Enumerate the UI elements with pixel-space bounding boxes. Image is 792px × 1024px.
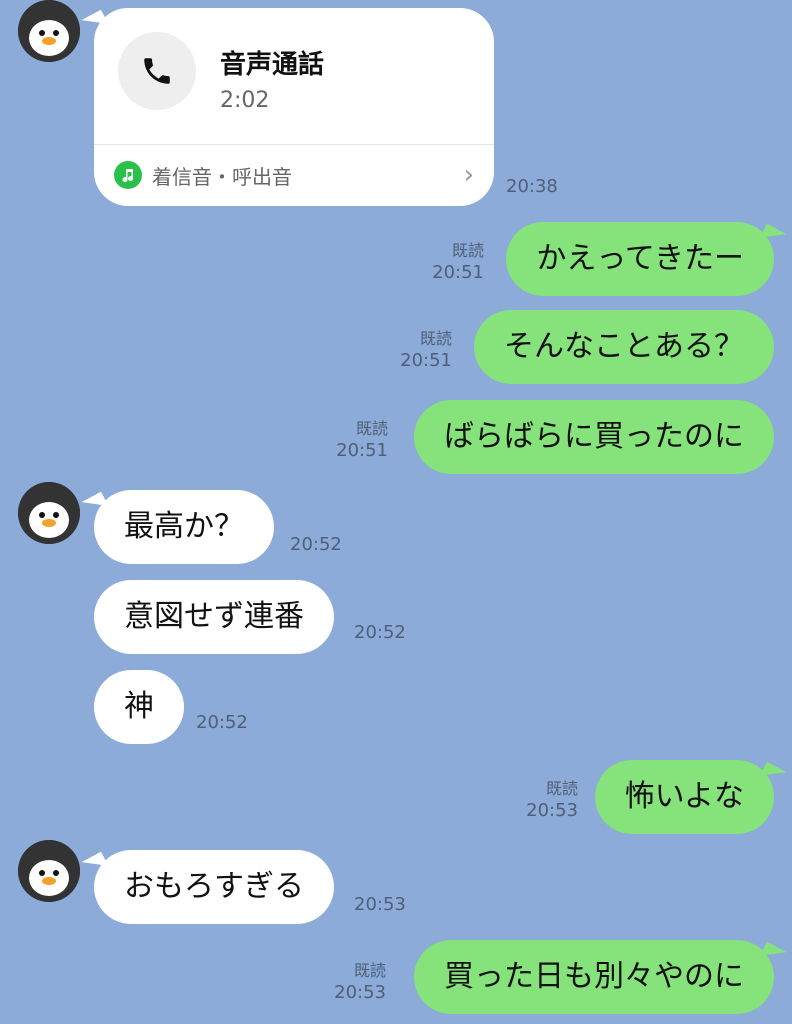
read-receipt: 既読 [353, 961, 386, 980]
message-time: 20:51 [400, 350, 452, 371]
message-time: 20:52 [354, 622, 406, 643]
incoming-message-bubble[interactable]: 神 [94, 670, 184, 744]
chevron-right-icon: › [463, 160, 474, 190]
message-time: 20:53 [526, 800, 578, 821]
message-meta: 既読 20:53 [526, 778, 578, 822]
outgoing-message-bubble[interactable]: 怖いよな [594, 760, 774, 834]
penguin-avatar-icon [18, 840, 80, 902]
message-time: 20:38 [506, 176, 558, 197]
incoming-message-bubble[interactable]: おもろすぎる [94, 850, 334, 924]
call-duration: 2:02 [220, 88, 270, 113]
outgoing-message-bubble[interactable]: かえってきたー [506, 222, 774, 296]
call-title: 音声通話 [220, 50, 325, 80]
outgoing-message-bubble[interactable]: ばらばらに買ったのに [414, 400, 774, 474]
message-time: 20:51 [432, 262, 484, 283]
message-meta: 既読 20:51 [400, 328, 452, 372]
ringtone-link[interactable]: 着信音・呼出音 › [114, 144, 474, 206]
music-note-icon [114, 161, 142, 189]
message-time: 20:53 [354, 894, 406, 915]
message-meta: 既読 20:51 [432, 240, 484, 284]
message-time: 20:52 [290, 534, 342, 555]
penguin-avatar-icon [18, 0, 80, 62]
message-time: 20:53 [334, 982, 386, 1003]
outgoing-message-bubble[interactable]: 買った日も別々やのに [414, 940, 774, 1014]
read-receipt: 既読 [451, 241, 484, 260]
read-receipt: 既読 [419, 329, 452, 348]
penguin-avatar-icon [18, 482, 80, 544]
incoming-message-bubble[interactable]: 最高か？ [94, 490, 274, 564]
voice-call-card[interactable]: 音声通話 2:02 着信音・呼出音 › [94, 8, 494, 206]
contact-avatar[interactable] [18, 840, 80, 902]
message-time: 20:51 [336, 440, 388, 461]
read-receipt: 既読 [355, 419, 388, 438]
message-meta: 既読 20:53 [334, 960, 386, 1004]
contact-avatar[interactable] [18, 482, 80, 544]
contact-avatar[interactable] [18, 0, 80, 62]
outgoing-message-bubble[interactable]: そんなことある？ [474, 310, 774, 384]
read-receipt: 既読 [545, 779, 578, 798]
incoming-message-bubble[interactable]: 意図せず連番 [94, 580, 334, 654]
message-meta: 既読 20:51 [336, 418, 388, 462]
message-time: 20:52 [196, 712, 248, 733]
phone-icon [118, 32, 196, 110]
ringtone-label: 着信音・呼出音 [152, 164, 292, 189]
